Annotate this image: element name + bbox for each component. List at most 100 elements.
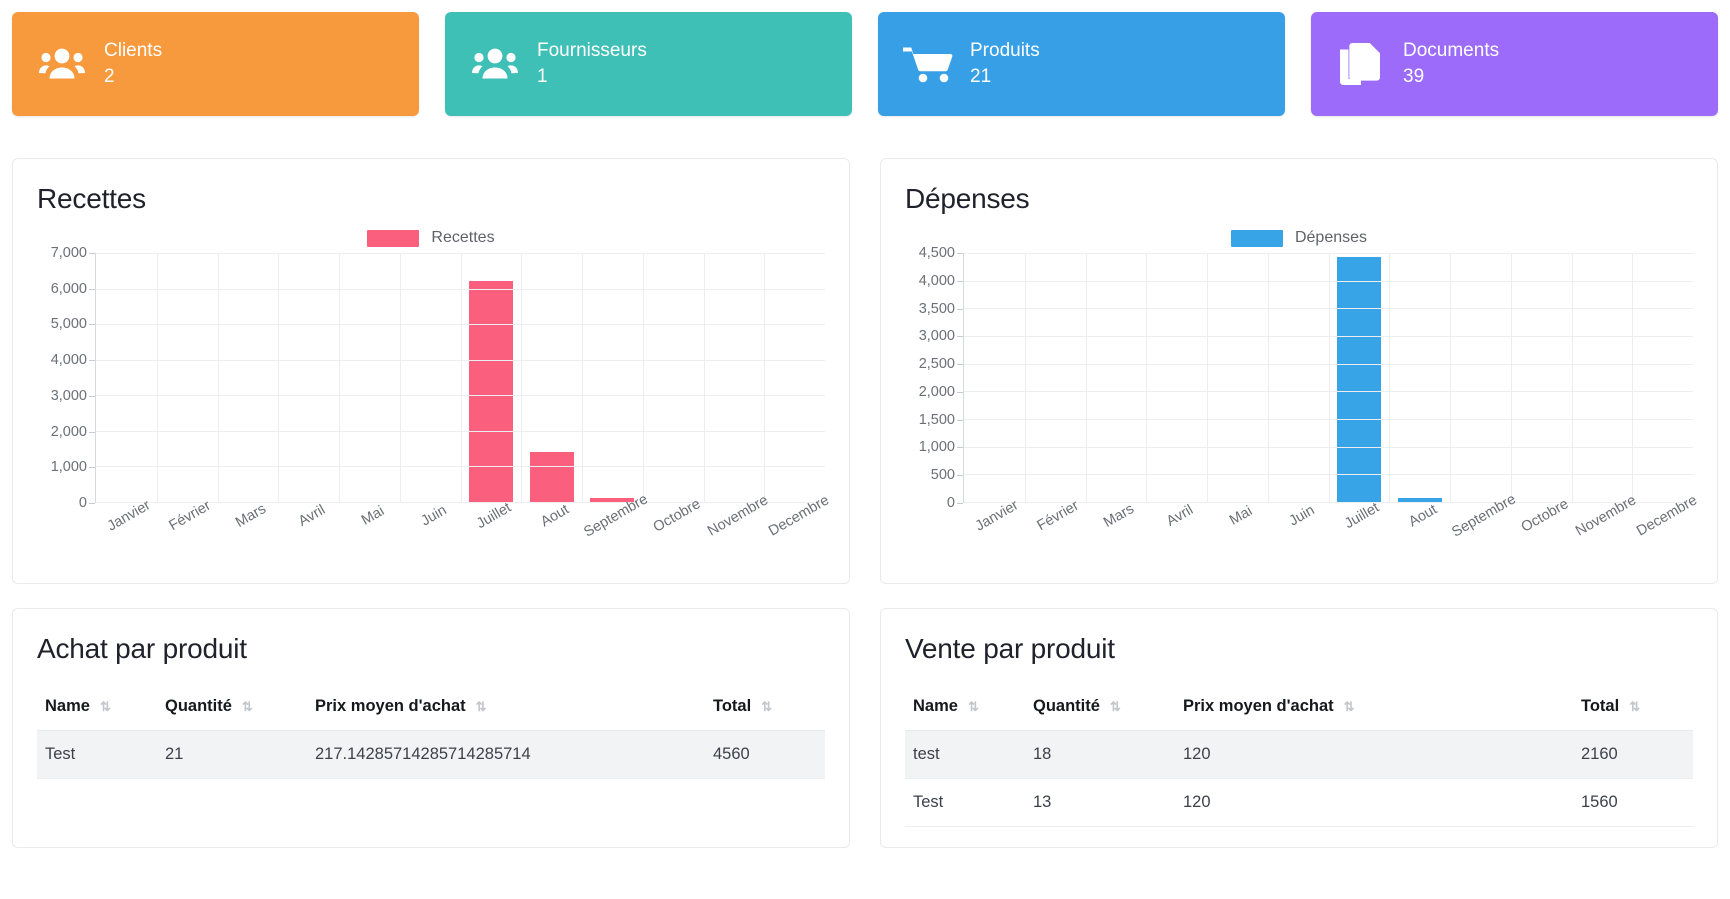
bar-slot bbox=[1572, 253, 1633, 502]
x-axis-tick: Juillet bbox=[1342, 500, 1382, 532]
column-header-total[interactable]: Total ⇅ bbox=[705, 687, 825, 731]
gridline-vertical bbox=[1086, 253, 1087, 502]
stat-card-documents[interactable]: Documents 39 bbox=[1311, 12, 1718, 116]
column-header-total[interactable]: Total ⇅ bbox=[1573, 687, 1693, 731]
bar-slot bbox=[157, 253, 218, 502]
y-axis: 01,0002,0003,0004,0005,0006,0007,000 bbox=[37, 253, 95, 503]
gridline-vertical bbox=[1572, 253, 1573, 502]
gridline-vertical bbox=[278, 253, 279, 502]
chart-legend[interactable]: Dépenses bbox=[905, 229, 1693, 247]
column-header-label: Prix moyen d'achat bbox=[315, 697, 466, 716]
plot-area bbox=[95, 253, 825, 503]
stat-card-clients[interactable]: Clients 2 bbox=[12, 12, 419, 116]
cell-quantite: 13 bbox=[1025, 779, 1175, 827]
y-axis-tick: 5,000 bbox=[51, 316, 87, 332]
gridline-vertical bbox=[643, 253, 644, 502]
stat-card-label: Clients bbox=[104, 38, 162, 64]
bar[interactable] bbox=[530, 452, 574, 502]
bar[interactable] bbox=[1337, 257, 1381, 502]
column-header-label: Quantité bbox=[165, 697, 232, 716]
x-axis-slot: Mai bbox=[338, 503, 399, 561]
gridline-vertical bbox=[764, 253, 765, 502]
depenses-bar-chart[interactable]: 05001,0001,5002,0002,5003,0003,5004,0004… bbox=[905, 253, 1693, 563]
column-header-name[interactable]: Name ⇅ bbox=[37, 687, 157, 731]
bar-slot bbox=[1086, 253, 1147, 502]
x-axis-slot: Février bbox=[156, 503, 217, 561]
column-header-label: Quantité bbox=[1033, 697, 1100, 716]
chart-legend[interactable]: Recettes bbox=[37, 229, 825, 247]
x-axis: JanvierFévrierMarsAvrilMaiJuinJuilletAou… bbox=[963, 503, 1693, 561]
recettes-bar-chart[interactable]: 01,0002,0003,0004,0005,0006,0007,000 Jan… bbox=[37, 253, 825, 563]
stat-card-label: Documents bbox=[1403, 38, 1499, 64]
gridline-vertical bbox=[1389, 253, 1390, 502]
cell-prix-moyen: 217.14285714285714285714 bbox=[307, 731, 705, 779]
bar-slot bbox=[1268, 253, 1329, 502]
recettes-panel: Recettes Recettes 01,0002,0003,0004,0005… bbox=[12, 158, 850, 584]
sort-updown-icon[interactable]: ⇅ bbox=[1110, 700, 1121, 713]
column-header-prix-moyen[interactable]: Prix moyen d'achat ⇅ bbox=[1175, 687, 1573, 731]
gridline-vertical bbox=[1329, 253, 1330, 502]
stat-card-value: 39 bbox=[1403, 64, 1499, 90]
cell-name: test bbox=[905, 731, 1025, 779]
table-row[interactable]: test181202160 bbox=[905, 731, 1693, 779]
gridline-vertical bbox=[339, 253, 340, 502]
bar-slot bbox=[1389, 253, 1450, 502]
sort-updown-icon[interactable]: ⇅ bbox=[1629, 700, 1640, 713]
column-header-name[interactable]: Name ⇅ bbox=[905, 687, 1025, 731]
cell-total: 4560 bbox=[705, 731, 825, 779]
stat-card-label: Fournisseurs bbox=[537, 38, 647, 64]
y-axis-tick: 0 bbox=[947, 495, 955, 511]
bar-slot bbox=[643, 253, 704, 502]
cell-quantite: 18 bbox=[1025, 731, 1175, 779]
gridline-vertical bbox=[1146, 253, 1147, 502]
sort-updown-icon[interactable]: ⇅ bbox=[1344, 700, 1355, 713]
stat-cards-row: Clients 2 Fournisseurs 1 bbox=[12, 12, 1718, 116]
stat-card-value: 1 bbox=[537, 64, 647, 90]
cell-prix-moyen: 120 bbox=[1175, 731, 1573, 779]
sort-updown-icon[interactable]: ⇅ bbox=[476, 700, 487, 713]
y-axis-tick: 1,500 bbox=[919, 412, 955, 428]
y-axis-tick: 7,000 bbox=[51, 245, 87, 261]
bar-slot bbox=[1329, 253, 1390, 502]
gridline-vertical bbox=[521, 253, 522, 502]
stat-card-produits[interactable]: Produits 21 bbox=[878, 12, 1285, 116]
bar-slot bbox=[764, 253, 825, 502]
gridline-vertical bbox=[461, 253, 462, 502]
bar-slot bbox=[400, 253, 461, 502]
table-row[interactable]: Test131201560 bbox=[905, 779, 1693, 827]
gridline-vertical bbox=[1511, 253, 1512, 502]
gridline-vertical bbox=[704, 253, 705, 502]
column-header-quantite[interactable]: Quantité ⇅ bbox=[1025, 687, 1175, 731]
page-title: Vente par produit bbox=[905, 633, 1693, 665]
bar[interactable] bbox=[469, 281, 513, 502]
stat-card-value: 2 bbox=[104, 64, 162, 90]
sort-updown-icon[interactable]: ⇅ bbox=[761, 700, 772, 713]
x-axis-slot: Aout bbox=[521, 503, 582, 561]
y-axis-tick: 0 bbox=[79, 495, 87, 511]
bar-slot bbox=[704, 253, 765, 502]
column-header-quantite[interactable]: Quantité ⇅ bbox=[157, 687, 307, 731]
gridline-vertical bbox=[1450, 253, 1451, 502]
column-header-prix-moyen[interactable]: Prix moyen d'achat ⇅ bbox=[307, 687, 705, 731]
x-axis-slot: Juin bbox=[399, 503, 460, 561]
bar-slot bbox=[1632, 253, 1693, 502]
x-axis-slot: Mai bbox=[1206, 503, 1267, 561]
gridline-vertical bbox=[582, 253, 583, 502]
table-row[interactable]: Test21217.142857142857142857144560 bbox=[37, 731, 825, 779]
sort-updown-icon[interactable]: ⇅ bbox=[968, 700, 979, 713]
x-axis-tick: Février bbox=[167, 498, 214, 534]
x-axis-slot: Novembre bbox=[703, 503, 764, 561]
x-axis-slot: Mars bbox=[1085, 503, 1146, 561]
cell-total: 2160 bbox=[1573, 731, 1693, 779]
cell-total: 1560 bbox=[1573, 779, 1693, 827]
x-axis-tick: Octobre bbox=[1519, 496, 1572, 536]
column-header-label: Prix moyen d'achat bbox=[1183, 697, 1334, 716]
sort-updown-icon[interactable]: ⇅ bbox=[100, 700, 111, 713]
sort-updown-icon[interactable]: ⇅ bbox=[242, 700, 253, 713]
x-axis-tick: Avril bbox=[296, 502, 328, 530]
x-axis-slot: Decembre bbox=[764, 503, 825, 561]
bar-slot bbox=[1207, 253, 1268, 502]
x-axis-tick: Juillet bbox=[474, 500, 514, 532]
cell-name: Test bbox=[37, 731, 157, 779]
stat-card-fournisseurs[interactable]: Fournisseurs 1 bbox=[445, 12, 852, 116]
